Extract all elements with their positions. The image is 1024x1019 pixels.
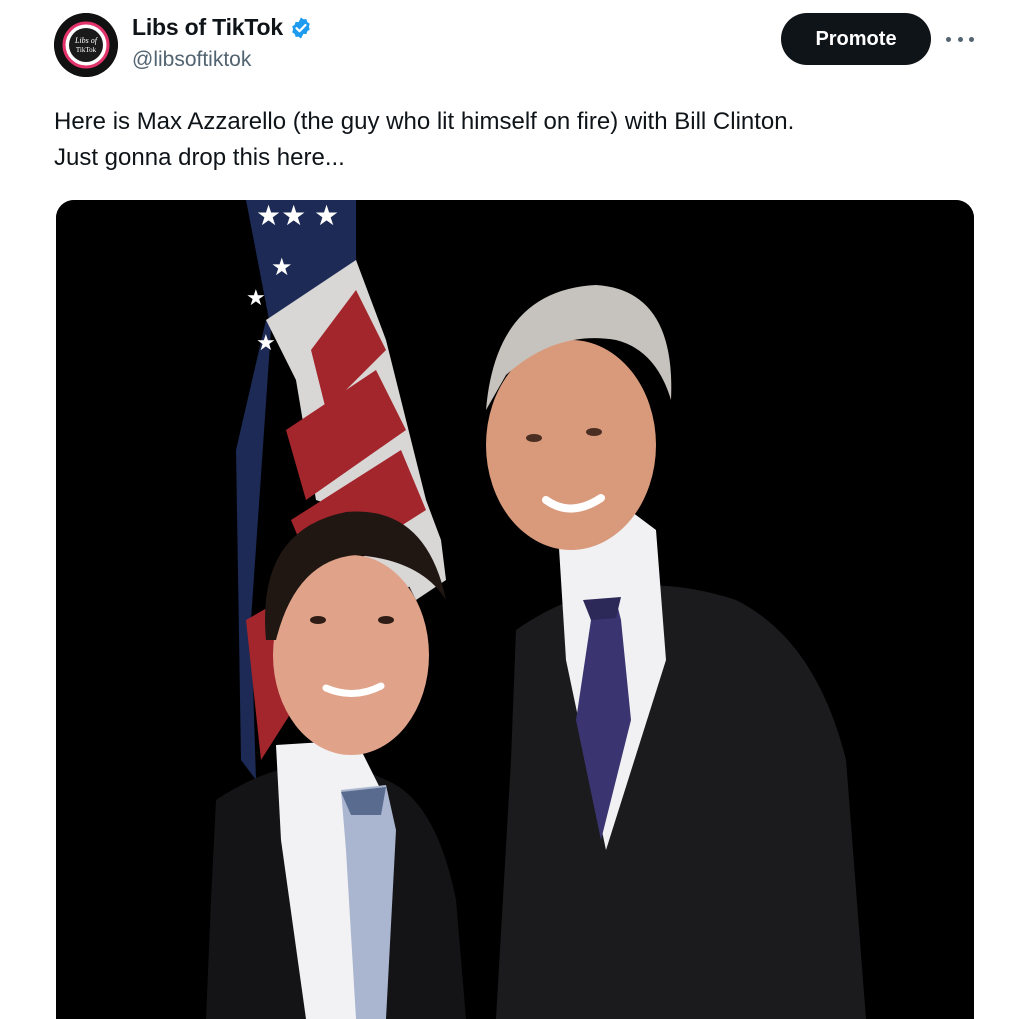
promote-button[interactable]: Promote: [781, 13, 931, 65]
author-name-row: Libs of TikTok: [132, 14, 313, 41]
tweet-header: Libs of TikTok Libs of TikTok @libsoftik…: [0, 0, 1024, 100]
photo-image: ★★ ★ ★ ★ ★: [56, 200, 974, 1019]
verified-badge-icon: [289, 16, 313, 40]
tweet-text-line: Here is Max Azzarello (the guy who lit h…: [54, 108, 795, 135]
svg-text:★: ★: [271, 254, 293, 281]
avatar-logo-icon: Libs of TikTok: [54, 13, 118, 77]
author-display-name[interactable]: Libs of TikTok: [132, 14, 283, 41]
tweet-text: Here is Max Azzarello (the guy who lit h…: [54, 104, 984, 176]
svg-text:★★ ★: ★★ ★: [256, 200, 339, 231]
more-horizontal-icon[interactable]: [946, 30, 974, 48]
tweet-text-line: Just gonna drop this here...: [54, 144, 345, 171]
svg-text:TikTok: TikTok: [76, 46, 97, 54]
svg-text:★: ★: [246, 285, 266, 310]
svg-text:Libs of: Libs of: [74, 36, 99, 45]
avatar[interactable]: Libs of TikTok: [54, 13, 118, 77]
tweet-photo[interactable]: ★★ ★ ★ ★ ★: [56, 200, 974, 1019]
svg-text:★: ★: [256, 330, 276, 355]
author-handle[interactable]: @libsoftiktok: [132, 48, 251, 72]
